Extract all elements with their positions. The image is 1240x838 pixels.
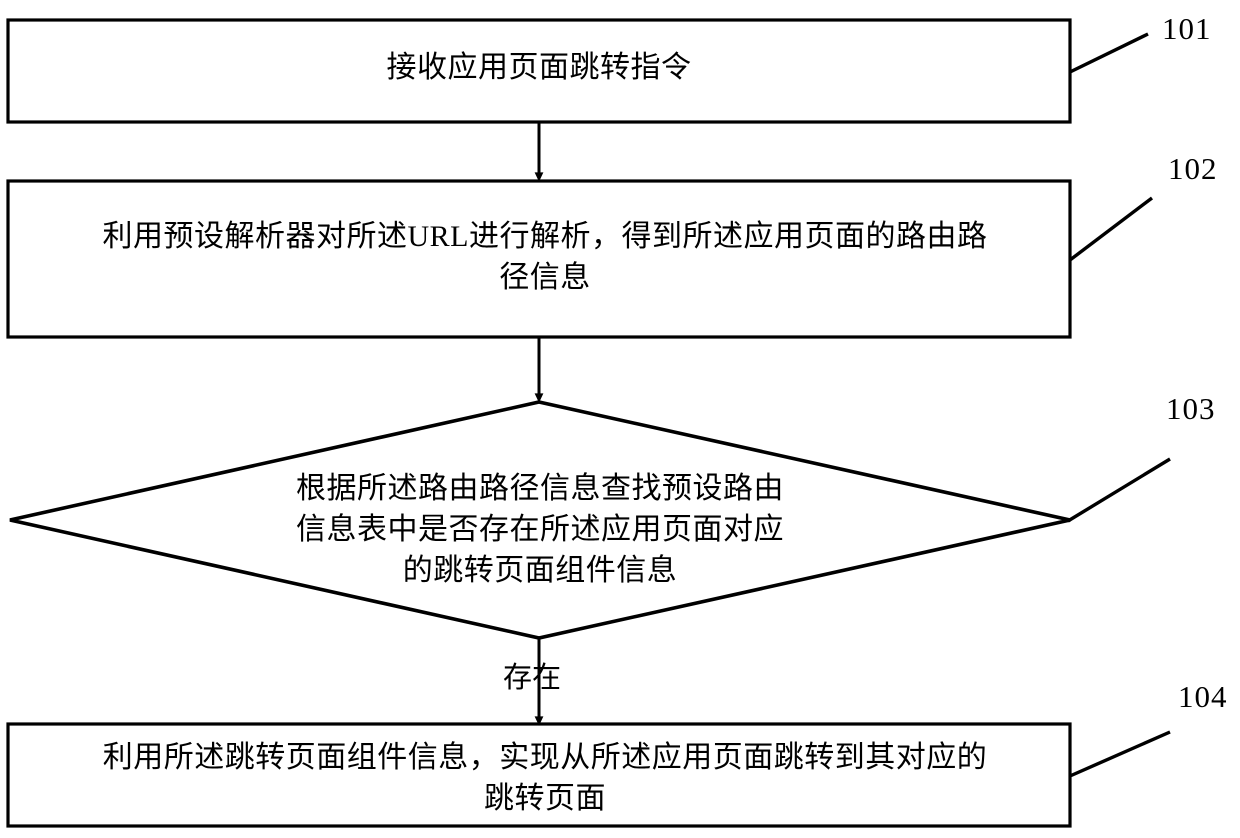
node-102-rect [6,179,1072,339]
flowchart-canvas: 接收应用页面跳转指令 利用预设解析器对所述URL进行解析，得到所述应用页面的路由… [0,0,1240,838]
leader-line-103 [1067,457,1171,523]
flowchart-graphics [6,18,1171,828]
node-103-diamond [9,400,1071,640]
reference-label-104: 104 [1178,679,1228,714]
edge-label-exist: 存在 [503,662,562,694]
leader-line-104 [1069,730,1171,778]
node-104-rect [6,722,1072,828]
reference-label-102: 102 [1168,151,1218,186]
node-101-rect [6,18,1072,124]
reference-label-103: 103 [1166,391,1216,426]
leader-line-102 [1068,196,1154,262]
leader-line-101 [1069,32,1149,74]
reference-label-101: 101 [1162,11,1212,46]
